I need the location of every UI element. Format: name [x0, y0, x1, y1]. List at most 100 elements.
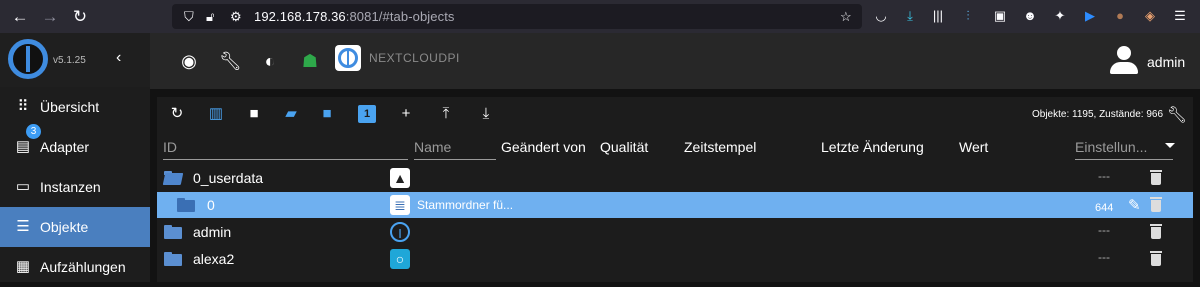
user-name[interactable]: admin: [1147, 54, 1185, 70]
sidebar-item-aufzaehlungen[interactable]: ▦ Aufzählungen: [0, 247, 150, 287]
collapse-sidebar-icon[interactable]: ‹: [116, 49, 121, 67]
account-icon[interactable]: ☻: [1022, 8, 1038, 24]
cookie-icon[interactable]: ●: [1112, 8, 1128, 24]
expand-level-icon[interactable]: 1: [358, 105, 376, 123]
delete-icon[interactable]: [1150, 224, 1162, 240]
enum-icon: ▦: [15, 258, 31, 275]
pocket-icon[interactable]: ◡: [873, 8, 889, 24]
expert-mode-icon[interactable]: ☗: [299, 50, 321, 72]
table-row[interactable]: admin Ⅰ ---: [157, 219, 1193, 245]
sidebar-item-uebersicht[interactable]: ⠿ Übersicht: [0, 87, 150, 127]
sidebar-toggle-icon[interactable]: ▣: [992, 8, 1008, 24]
menu-icon[interactable]: ☰: [1172, 8, 1188, 24]
folder-open-icon[interactable]: ▰: [282, 105, 300, 123]
back-icon[interactable]: ←: [10, 7, 30, 27]
download-icon[interactable]: ⤓: [477, 105, 495, 123]
chevron-down-icon[interactable]: [1165, 143, 1175, 148]
row-settings: ---: [1098, 223, 1110, 237]
upload-icon[interactable]: ⤒: [437, 105, 455, 123]
lock-insecure-icon[interactable]: 🔓︎: [206, 8, 214, 25]
objects-panel: ↻ ▥ ■ ▰ ■ 1 + ⤒ ⤓ Objekte: 1195, Zuständ…: [157, 97, 1193, 282]
column-value: Wert: [959, 139, 989, 155]
sidebar-item-adapter[interactable]: ▤ 3 Adapter: [0, 124, 150, 167]
user-icon[interactable]: [1109, 46, 1139, 76]
url-text[interactable]: 192.168.178.36:8081/#tab-objects: [254, 9, 455, 24]
sidebar-header: v5.1.25 ‹: [0, 33, 150, 87]
objects-page: ↻ ▥ ■ ▰ ■ 1 + ⤒ ⤓ Objekte: 1195, Zuständ…: [150, 89, 1200, 282]
edit-icon[interactable]: ✎: [1128, 196, 1141, 214]
url-bar[interactable]: ⛉ 🔓︎ ⚙ 192.168.178.36:8081/#tab-objects …: [172, 4, 862, 29]
alexa-adapter-icon: ○: [390, 249, 410, 269]
fox-extension-icon[interactable]: ◈: [1142, 8, 1158, 24]
folder-icon[interactable]: [164, 252, 182, 266]
image-icon: ▲: [390, 168, 410, 188]
folder-icon[interactable]: [177, 198, 195, 212]
sidebar: v5.1.25 ‹ ⠿ Übersicht ▤ 3 Adapter ▭ Inst…: [0, 33, 150, 282]
refresh-icon[interactable]: ↻: [168, 105, 186, 123]
sidebar-item-label: Aufzählungen: [40, 259, 126, 275]
folder-open-icon[interactable]: [162, 171, 184, 185]
delete-icon[interactable]: [1150, 170, 1162, 186]
sidebar-item-label: Übersicht: [40, 99, 100, 115]
app-header: ◉ 🔧︎ ◐ ☗ NEXTCLOUDPI admin: [150, 33, 1200, 89]
row-id: 0_userdata: [193, 170, 264, 186]
folder-collapse-icon[interactable]: ■: [318, 105, 336, 123]
list-icon: ☰: [16, 218, 30, 235]
instances-icon: ▭: [15, 178, 31, 195]
grid-icon: ⠿: [17, 98, 29, 115]
row-id: admin: [193, 224, 232, 240]
column-last-change: Letzte Änderung: [821, 139, 924, 155]
row-name: Stammordner fü...: [417, 198, 514, 212]
folder-icon[interactable]: ■: [245, 105, 263, 123]
object-counts: Objekte: 1195, Zustände: 966: [1031, 109, 1163, 120]
theme-toggle-icon[interactable]: ◐: [259, 50, 281, 72]
extension-icon[interactable]: ⫶: [960, 8, 976, 24]
browser-toolbar: ← → ↻ ⛉ 🔓︎ ⚙ 192.168.178.36:8081/#tab-ob…: [0, 0, 1200, 33]
version-label: v5.1.25: [53, 55, 86, 66]
table-row-selected[interactable]: 0 ≣ Stammordner fü... 644 ✎: [157, 192, 1193, 218]
row-settings: ---: [1098, 169, 1110, 183]
delete-icon[interactable]: [1150, 197, 1162, 213]
document-icon: ≣: [390, 195, 410, 215]
store-icon: ▤: [15, 138, 31, 155]
shield-icon[interactable]: ⛉: [184, 8, 194, 25]
column-changed-by: Geändert von: [501, 139, 586, 155]
column-id-filter[interactable]: ID: [163, 139, 177, 155]
columns-icon[interactable]: ▥: [207, 105, 225, 123]
table-row[interactable]: alexa2 ○ ---: [157, 246, 1193, 272]
row-settings: ---: [1098, 250, 1110, 264]
sidebar-item-label: Instanzen: [40, 179, 101, 195]
forward-icon[interactable]: →: [40, 7, 60, 27]
extension-puzzle-icon[interactable]: ✦: [1052, 8, 1068, 24]
table-row[interactable]: 0_userdata ▲ ---: [157, 165, 1193, 191]
folder-icon[interactable]: [164, 225, 182, 239]
id-filter-underline: [163, 159, 408, 160]
reload-icon[interactable]: ↻: [70, 7, 90, 27]
eye-icon[interactable]: ◉: [178, 50, 200, 72]
sidebar-item-objekte[interactable]: ☰ Objekte: [0, 207, 150, 247]
wrench-icon[interactable]: 🔧︎: [219, 50, 242, 72]
download-icon[interactable]: ⤓: [902, 8, 918, 24]
row-settings: 644: [1095, 202, 1114, 214]
sidebar-item-label: Objekte: [40, 219, 89, 235]
permissions-icon[interactable]: ⚙: [230, 8, 242, 25]
row-id: alexa2: [193, 251, 235, 267]
row-id: 0: [207, 197, 215, 213]
name-filter-underline: [414, 159, 496, 160]
iobroker-host-logo: [335, 45, 361, 71]
library-icon[interactable]: |||: [930, 8, 946, 24]
zoom-extension-icon[interactable]: ▶: [1082, 8, 1098, 24]
iobroker-logo: [8, 39, 48, 79]
column-name-filter[interactable]: Name: [414, 139, 451, 155]
delete-icon[interactable]: [1150, 251, 1162, 267]
column-timestamp: Zeitstempel: [684, 139, 757, 155]
admin-adapter-icon: Ⅰ: [390, 222, 410, 242]
sidebar-item-instanzen[interactable]: ▭ Instanzen: [0, 167, 150, 207]
bookmark-star-icon[interactable]: ☆: [840, 8, 852, 25]
column-quality: Qualität: [600, 139, 649, 155]
column-settings-select[interactable]: Einstellun...: [1075, 139, 1147, 155]
host-name: NEXTCLOUDPI: [369, 51, 460, 65]
settings-select-underline: [1075, 159, 1173, 160]
settings-wrench-icon[interactable]: 🔧︎: [1167, 105, 1187, 125]
add-icon[interactable]: +: [397, 105, 415, 123]
